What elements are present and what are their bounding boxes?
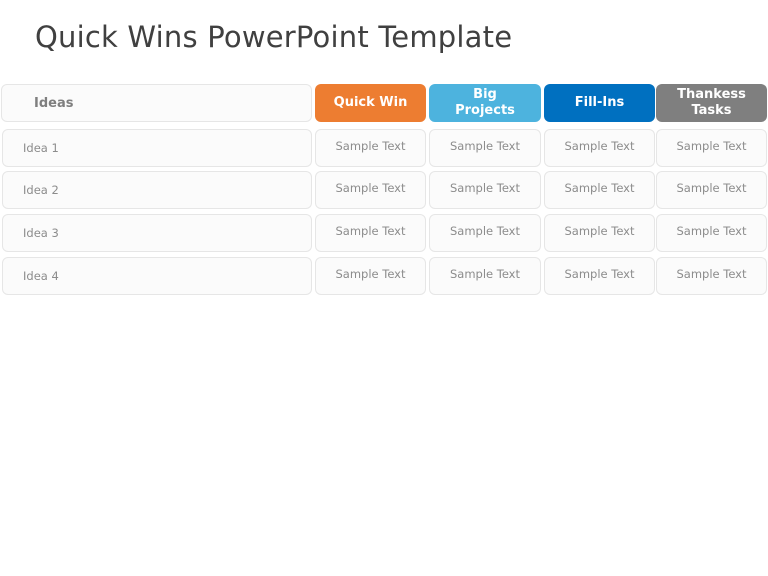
header-label: Quick Win <box>333 95 408 110</box>
header-label: Ideas <box>34 95 74 111</box>
header-label: Fill-Ins <box>574 95 625 110</box>
table-cell-thankess-tasks: Sample Text <box>656 214 767 252</box>
table-cell-quick-win: Sample Text <box>315 257 426 295</box>
header-big-projects: Big Projects <box>429 84 541 122</box>
table-cell-big-projects: Sample Text <box>429 214 541 252</box>
table-cell-quick-win: Sample Text <box>315 129 426 167</box>
header-fill-ins: Fill-Ins <box>544 84 655 122</box>
table-cell-quick-win: Sample Text <box>315 214 426 252</box>
table-cell-thankess-tasks: Sample Text <box>656 129 767 167</box>
table-cell-big-projects: Sample Text <box>429 129 541 167</box>
header-quick-win: Quick Win <box>315 84 426 122</box>
idea-cell: Idea 4 <box>2 257 312 295</box>
table-cell-fill-ins: Sample Text <box>544 129 655 167</box>
header-thankess-tasks: Thankess Tasks <box>656 84 767 122</box>
table-cell-thankess-tasks: Sample Text <box>656 171 767 209</box>
table-cell-fill-ins: Sample Text <box>544 171 655 209</box>
header-label: Big Projects <box>455 87 515 118</box>
table-cell-big-projects: Sample Text <box>429 171 541 209</box>
slide-title: Quick Wins PowerPoint Template <box>35 20 513 54</box>
table-cell-quick-win: Sample Text <box>315 171 426 209</box>
table-cell-big-projects: Sample Text <box>429 257 541 295</box>
table-cell-fill-ins: Sample Text <box>544 214 655 252</box>
header-ideas: Ideas <box>1 84 312 122</box>
idea-cell: Idea 1 <box>2 129 312 167</box>
idea-cell: Idea 3 <box>2 214 312 252</box>
idea-cell: Idea 2 <box>2 171 312 209</box>
table-cell-thankess-tasks: Sample Text <box>656 257 767 295</box>
table-cell-fill-ins: Sample Text <box>544 257 655 295</box>
header-label: Thankess Tasks <box>677 87 746 118</box>
